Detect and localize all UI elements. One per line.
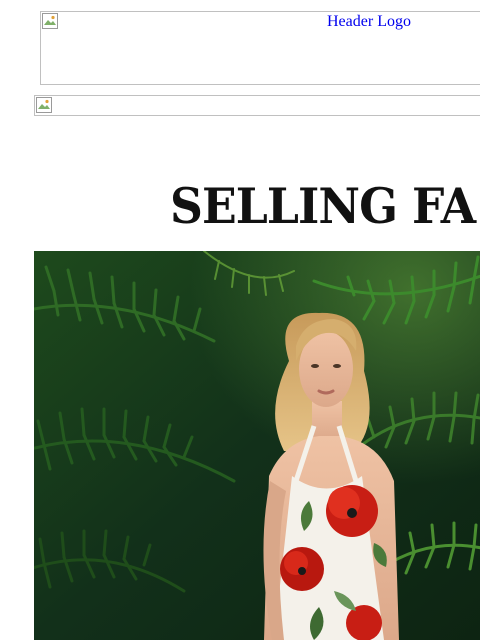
banner-image[interactable] xyxy=(34,95,480,116)
broken-image-icon xyxy=(42,13,58,29)
hero-image[interactable] xyxy=(34,251,480,640)
header-logo-alt-text: Header Logo xyxy=(327,13,411,30)
header-logo-image[interactable]: Header Logo xyxy=(40,11,480,85)
headline: SELLING FA xyxy=(170,177,476,235)
hero-illustration xyxy=(34,251,480,640)
broken-image-icon xyxy=(36,97,52,113)
email-page: Header Logo SELLING FA xyxy=(0,0,480,640)
